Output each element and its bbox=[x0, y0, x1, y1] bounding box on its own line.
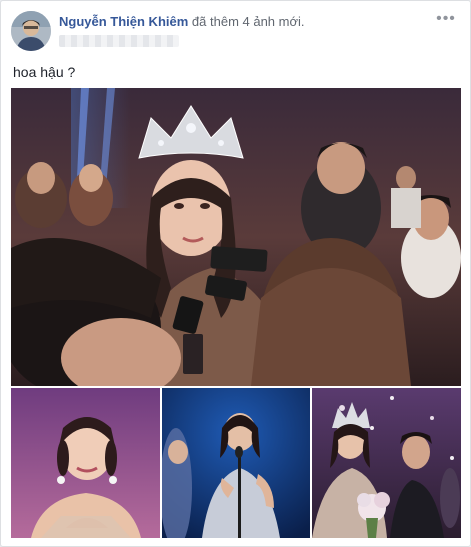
photo-2[interactable] bbox=[11, 388, 160, 538]
post-text: hoa hậu ? bbox=[13, 64, 76, 80]
blurred-timestamp bbox=[59, 35, 179, 47]
feed-post: Nguyễn Thiện Khiêm đã thêm 4 ảnh mới. ••… bbox=[0, 0, 471, 547]
author-avatar[interactable] bbox=[11, 11, 51, 51]
ellipsis-icon[interactable]: ••• bbox=[435, 11, 457, 29]
post-action-text: đã thêm 4 ảnh mới. bbox=[191, 14, 305, 29]
photo-3[interactable] bbox=[162, 388, 310, 538]
post-meta bbox=[59, 33, 199, 49]
photo-grid bbox=[11, 88, 461, 540]
post-headline: Nguyễn Thiện Khiêm đã thêm 4 ảnh mới. bbox=[59, 14, 305, 29]
photo-4[interactable] bbox=[312, 388, 461, 538]
post-header: Nguyễn Thiện Khiêm đã thêm 4 ảnh mới. ••… bbox=[11, 11, 461, 51]
author-name-link[interactable]: Nguyễn Thiện Khiêm bbox=[59, 14, 188, 29]
main-photo[interactable] bbox=[11, 88, 461, 386]
